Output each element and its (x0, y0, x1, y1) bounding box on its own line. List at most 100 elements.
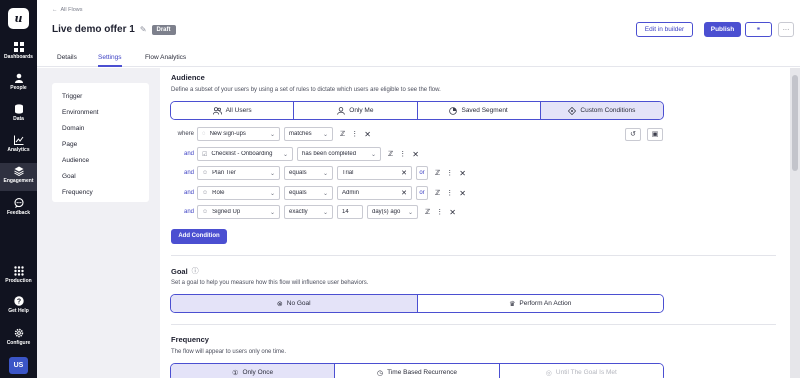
checklist-icon: ☑ (202, 151, 208, 158)
app-logo[interactable]: u (8, 8, 29, 29)
goal-title-row: Goal ⓘ (171, 266, 199, 276)
goal-title: Goal (171, 266, 188, 276)
close-icon[interactable]: ✕ (449, 208, 456, 217)
nav-label: Configure (6, 340, 31, 346)
branch-icon[interactable]: ℤ (425, 208, 430, 216)
more-vertical-icon[interactable]: ⋮ (446, 189, 453, 197)
more-vertical-icon[interactable]: ⋮ (446, 169, 453, 177)
close-icon[interactable]: ✕ (459, 189, 466, 198)
more-vertical-icon[interactable]: ⋮ (436, 208, 443, 216)
clear-icon[interactable]: ✕ (401, 189, 407, 197)
or-button[interactable]: or (416, 186, 428, 200)
option-label: Saved Segment (461, 107, 508, 114)
condition-connector: and (183, 170, 194, 176)
avatar[interactable]: US (9, 357, 28, 374)
save-segment-button[interactable]: ▣ (647, 128, 663, 141)
condition-connector: and (183, 209, 194, 215)
nav-item-feedback[interactable]: Feedback (0, 198, 37, 216)
side-menu-frequency[interactable]: Frequency (62, 185, 139, 201)
add-condition-button[interactable]: Add Condition (171, 229, 227, 244)
status-badge: Draft (151, 24, 176, 35)
chevron-down-icon: ⌄ (322, 170, 328, 177)
tab-details[interactable]: Details (57, 54, 77, 61)
pencil-icon[interactable]: ✎ (140, 25, 147, 34)
condition-connector: and (183, 190, 194, 196)
goal-option-perform-action[interactable]: ♛ Perform An Action (417, 295, 663, 312)
property-select[interactable]: ◌ New sign-ups ⌄ (197, 127, 280, 141)
users-icon (212, 106, 222, 115)
diamond-icon (568, 106, 577, 115)
gear-icon (14, 328, 23, 338)
side-menu-domain[interactable]: Domain (62, 121, 139, 137)
page-title: Live demo offer 1 (52, 24, 135, 35)
side-menu-goal[interactable]: Goal (62, 169, 139, 185)
audience-option-all-users[interactable]: All Users (171, 102, 295, 119)
number-input[interactable]: 14 (337, 205, 363, 219)
property-select[interactable]: ☺ Plan Tier ⌄ (197, 166, 280, 180)
audience-option-custom-conditions[interactable]: Custom Conditions (540, 102, 663, 119)
value-input[interactable]: Admin ✕ (337, 186, 412, 200)
unit-select[interactable]: day(s) ago ⌄ (367, 205, 418, 219)
chart-icon (13, 135, 23, 145)
nav-item-configure[interactable]: Configure (0, 328, 37, 346)
property-value: Signed Up (212, 209, 241, 215)
more-vertical-icon[interactable]: ⋮ (351, 130, 358, 138)
branch-icon[interactable]: ℤ (340, 130, 345, 138)
branch-icon[interactable]: ℤ (435, 189, 440, 197)
side-menu-trigger[interactable]: Trigger (62, 89, 139, 105)
clear-icon[interactable]: ✕ (401, 169, 407, 177)
clock-icon: ◷ (377, 369, 384, 377)
audience-option-only-me[interactable]: Only Me (294, 102, 418, 119)
property-select[interactable]: ☺ Signed Up ⌄ (197, 205, 280, 219)
more-vertical-icon[interactable]: ⋮ (399, 150, 406, 158)
operator-select[interactable]: matches ⌄ (284, 127, 333, 141)
breadcrumb-back[interactable]: ← All Flows (52, 7, 83, 13)
nav-item-engagement[interactable]: Engagement (0, 163, 37, 191)
nav-item-people[interactable]: People (0, 73, 37, 91)
nav-item-production[interactable]: Production (0, 266, 37, 284)
nav-item-analytics[interactable]: Analytics (0, 135, 37, 153)
publish-button[interactable]: Publish (704, 22, 741, 37)
operator-select[interactable]: equals ⌄ (284, 186, 333, 200)
audience-option-saved-segment[interactable]: Saved Segment (417, 102, 541, 119)
property-select[interactable]: ☑ Checklist - Onboarding ⌄ (197, 147, 293, 161)
close-icon[interactable]: ✕ (412, 150, 419, 159)
goal-selector: ⊗ No Goal ♛ Perform An Action (170, 294, 664, 313)
nav-item-data[interactable]: Data (0, 104, 37, 122)
property-value: Plan Tier (212, 170, 236, 176)
branch-icon[interactable]: ℤ (388, 150, 393, 158)
side-menu-audience[interactable]: Audience (62, 153, 139, 169)
more-options-button[interactable]: ··· (778, 22, 794, 37)
unit-value: day(s) ago (372, 209, 401, 215)
side-menu-page[interactable]: Page (62, 137, 139, 153)
scrollbar-thumb[interactable] (792, 75, 798, 171)
left-nav: u Dashboards People Data Analytics Engag… (0, 0, 37, 378)
branch-icon[interactable]: ℤ (435, 169, 440, 177)
undo-button[interactable]: ↺ (625, 128, 641, 141)
nav-label: Analytics (7, 147, 30, 153)
frequency-option-only-once[interactable]: ① Only Once (171, 364, 336, 378)
operator-select[interactable]: exactly ⌄ (284, 205, 333, 219)
frequency-option-until-goal[interactable]: ◎ Until The Goal Is Met (499, 364, 663, 378)
copy-link-button[interactable]: ⚭ (745, 22, 772, 37)
value-input[interactable]: Trial ✕ (337, 166, 412, 180)
condition-row: and ☺ Plan Tier ⌄ equals ⌄ Trial ✕ or ℤ … (172, 166, 469, 180)
operator-select[interactable]: equals ⌄ (284, 166, 333, 180)
option-label: Custom Conditions (580, 107, 636, 114)
nav-item-get-help[interactable]: ? Get Help (0, 296, 37, 314)
audience-title: Audience (171, 73, 205, 82)
close-icon[interactable]: ✕ (364, 130, 371, 139)
nav-item-dashboards[interactable]: Dashboards (0, 42, 37, 60)
frequency-option-time-based[interactable]: ◷ Time Based Recurrence (335, 364, 500, 378)
or-button[interactable]: or (416, 166, 428, 180)
property-select[interactable]: ☺ Role ⌄ (197, 186, 280, 200)
info-icon[interactable]: ⓘ (192, 266, 199, 276)
close-icon[interactable]: ✕ (459, 169, 466, 178)
tab-settings[interactable]: Settings (98, 54, 122, 67)
edit-in-builder-button[interactable]: Edit in builder (636, 22, 693, 37)
goal-option-no-goal[interactable]: ⊗ No Goal (171, 295, 418, 312)
side-menu-environment[interactable]: Environment (62, 105, 139, 121)
tab-flow-analytics[interactable]: Flow Analytics (145, 54, 186, 61)
operator-select[interactable]: has been completed ⌄ (297, 147, 381, 161)
user-property-icon: ☺ (202, 170, 209, 176)
